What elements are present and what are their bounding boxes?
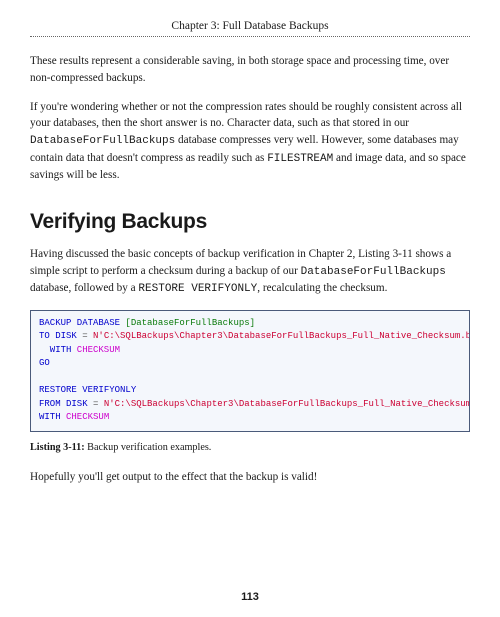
inline-code-filestream: FILESTREAM (267, 153, 333, 165)
inline-code-databasename: DatabaseForFullBackups (30, 135, 175, 147)
sql-string: N'C:\SQLBackups\Chapter3\DatabaseForFull… (98, 399, 470, 409)
body-paragraph-4: Hopefully you'll get output to the effec… (30, 469, 470, 486)
text-run: database, followed by a (30, 282, 138, 294)
page-content: Chapter 3: Full Database Backups These r… (0, 0, 500, 508)
text-run: , recalculating the checksum. (257, 282, 387, 294)
sql-keyword: DISK (50, 331, 82, 341)
sql-keyword: DATABASE (71, 318, 125, 328)
sql-option: CHECKSUM (61, 412, 110, 422)
sql-keyword: GO (39, 358, 50, 368)
chapter-header: Chapter 3: Full Database Backups (30, 20, 470, 37)
sql-keyword: VERIFYONLY (77, 385, 136, 395)
body-paragraph-1: These results represent a considerable s… (30, 53, 470, 87)
code-listing: BACKUP DATABASE [DatabaseForFullBackups]… (30, 310, 470, 432)
sql-keyword: DISK (61, 399, 93, 409)
section-heading: Verifying Backups (30, 210, 470, 234)
listing-caption: Listing 3-11: Backup verification exampl… (30, 442, 470, 453)
sql-keyword: TO (39, 331, 50, 341)
sql-option: CHECKSUM (71, 345, 120, 355)
inline-code-restore-verifyonly: RESTORE VERIFYONLY (138, 283, 257, 295)
sql-keyword: BACKUP (39, 318, 71, 328)
page-number: 113 (0, 591, 500, 603)
listing-description: Backup verification examples. (85, 442, 212, 453)
sql-keyword: RESTORE (39, 385, 77, 395)
sql-keyword: WITH (39, 412, 61, 422)
body-paragraph-2: If you're wondering whether or not the c… (30, 99, 470, 184)
inline-code-databasename: DatabaseForFullBackups (301, 266, 446, 278)
listing-label: Listing 3-11: (30, 442, 85, 453)
sql-keyword: WITH (39, 345, 71, 355)
sql-keyword: FROM (39, 399, 61, 409)
sql-identifier: [DatabaseForFullBackups] (125, 318, 255, 328)
sql-string: N'C:\SQLBackups\Chapter3\DatabaseForFull… (88, 331, 470, 341)
body-paragraph-3: Having discussed the basic concepts of b… (30, 246, 470, 298)
text-run: If you're wondering whether or not the c… (30, 101, 462, 130)
